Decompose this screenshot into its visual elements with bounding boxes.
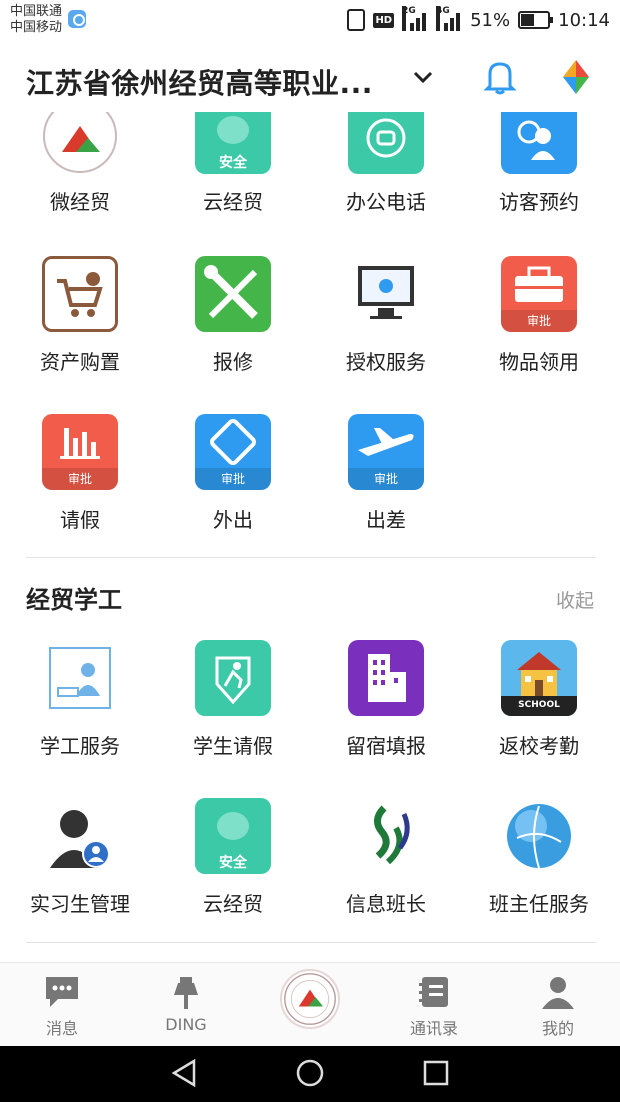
app-yunjingmao-2[interactable]: 安全 云经贸 <box>158 798 308 928</box>
school-logo-icon <box>43 112 117 173</box>
tab-me[interactable]: 我的 <box>496 963 620 1047</box>
app-student-leave[interactable]: 学生请假 <box>158 640 308 770</box>
app-repair[interactable]: 报修 <box>158 256 308 386</box>
tab-label: 我的 <box>541 1019 574 1038</box>
app-yunjingmao[interactable]: 安全 云经贸 <box>158 112 308 242</box>
pin-icon <box>174 977 198 1009</box>
app-info-monitor[interactable]: 信息班长 <box>311 798 461 928</box>
tab-home[interactable] <box>248 963 372 1047</box>
carrier-info: 中国联通 中国移动 <box>10 4 62 36</box>
app-label: 物品领用 <box>499 350 579 374</box>
app-label: 云经贸 <box>203 190 263 214</box>
app-student-service[interactable]: 学工服务 <box>5 640 155 770</box>
section-divider <box>26 557 596 558</box>
recents-icon[interactable] <box>421 1058 451 1088</box>
app-label: 学生请假 <box>193 734 273 758</box>
app-label: 请假 <box>60 508 100 532</box>
swirl-logo-icon <box>348 798 424 874</box>
section-divider <box>26 942 596 943</box>
app-label: 信息班长 <box>346 892 426 916</box>
tools-icon <box>195 256 271 332</box>
app-overnight-report[interactable]: 留宿填报 <box>311 640 461 770</box>
bottom-tab-bar: 消息 DING 通讯录 我的 <box>0 962 620 1046</box>
app-label: 外出 <box>213 508 253 532</box>
app-label: 实习生管理 <box>30 892 130 916</box>
chart-bars-icon: 审批 <box>42 414 118 490</box>
cart-icon <box>42 256 118 332</box>
school-house-icon: SCHOOL <box>501 640 577 716</box>
tab-messages[interactable]: 消息 <box>0 963 124 1047</box>
app-leave[interactable]: 审批 请假 <box>5 414 155 544</box>
app-office-phone[interactable]: 办公电话 <box>311 112 461 242</box>
app-label: 学工服务 <box>40 734 120 758</box>
person-icon <box>542 977 574 1009</box>
app-label: 班主任服务 <box>489 892 589 916</box>
bell-icon[interactable] <box>482 58 518 96</box>
app-label: 微经贸 <box>50 190 110 214</box>
battery-percent: 51% <box>470 9 511 31</box>
app-label: 办公电话 <box>346 190 426 214</box>
tab-label: 通讯录 <box>409 1019 458 1038</box>
app-go-out[interactable]: 审批 外出 <box>158 414 308 544</box>
tab-label: DING <box>165 1015 207 1034</box>
app-authorization[interactable]: 授权服务 <box>311 256 461 386</box>
app-item-requisition[interactable]: 审批 物品领用 <box>464 256 614 386</box>
org-title[interactable]: 江苏省徐州经贸高等职业... <box>26 62 373 102</box>
monitor-icon <box>348 256 424 332</box>
app-label: 访客预约 <box>499 190 579 214</box>
contacts-icon <box>419 977 448 1007</box>
app-business-trip[interactable]: 审批 出差 <box>311 414 461 544</box>
back-icon[interactable] <box>170 1058 200 1088</box>
vibrate-icon <box>347 9 366 31</box>
app-weijingmao[interactable]: 微经贸 <box>5 112 155 242</box>
app-label: 留宿填报 <box>346 734 426 758</box>
carrier-1: 中国联通 <box>10 4 63 19</box>
collapse-button[interactable]: 收起 <box>556 586 594 613</box>
app-header: 江苏省徐州经贸高等职业... <box>0 40 620 116</box>
app-intern-management[interactable]: 实习生管理 <box>5 798 155 928</box>
cloud-safe-icon: 安全 <box>195 798 271 874</box>
section-title: 经贸学工 <box>26 586 122 614</box>
app-asset-purchase[interactable]: 资产购置 <box>5 256 155 386</box>
cloud-safe-icon: 安全 <box>195 112 271 174</box>
tab-label: 消息 <box>45 1019 78 1038</box>
building-icon <box>348 640 424 716</box>
home-icon[interactable] <box>295 1058 325 1088</box>
app-label: 报修 <box>213 350 253 374</box>
app-logo-icon[interactable] <box>557 58 595 96</box>
signal-4g-icon: 4G <box>436 6 462 31</box>
phone-icon <box>348 112 424 174</box>
intern-icon <box>42 798 118 874</box>
handshake-icon: 审批 <box>195 414 271 490</box>
chevron-down-icon[interactable] <box>410 64 436 90</box>
message-icon <box>46 977 78 1007</box>
globe-icon <box>501 798 577 874</box>
battery-icon <box>518 11 554 29</box>
app-return-attendance[interactable]: SCHOOL 返校考勤 <box>464 640 614 770</box>
app-visitor[interactable]: 访客预约 <box>464 112 614 242</box>
app-label: 授权服务 <box>346 350 426 374</box>
tab-ding[interactable]: DING <box>124 963 248 1047</box>
school-logo-icon <box>280 969 340 1029</box>
app-label: 资产购置 <box>40 350 120 374</box>
runner-icon <box>195 640 271 716</box>
carrier-2: 中国移动 <box>10 20 63 35</box>
signal-2g-icon: 2G <box>402 6 428 31</box>
study-service-icon <box>42 640 118 716</box>
clock: 10:14 <box>558 9 610 31</box>
system-nav-bar <box>0 1046 620 1102</box>
location-icon <box>68 10 86 28</box>
app-label: 出差 <box>366 508 406 532</box>
tab-contacts[interactable]: 通讯录 <box>372 963 496 1047</box>
plane-icon: 审批 <box>348 414 424 490</box>
app-label: 云经贸 <box>203 892 263 916</box>
status-indicators: HD 2G 4G 51% 10:14 <box>347 6 610 32</box>
app-label: 返校考勤 <box>499 734 579 758</box>
toolbox-icon: 审批 <box>501 256 577 332</box>
hd-badge: HD <box>373 12 395 28</box>
app-head-teacher-service[interactable]: 班主任服务 <box>464 798 614 928</box>
visitor-icon <box>501 112 577 174</box>
status-bar: 中国联通 中国移动 HD 2G 4G 51% 10:14 <box>0 0 620 40</box>
